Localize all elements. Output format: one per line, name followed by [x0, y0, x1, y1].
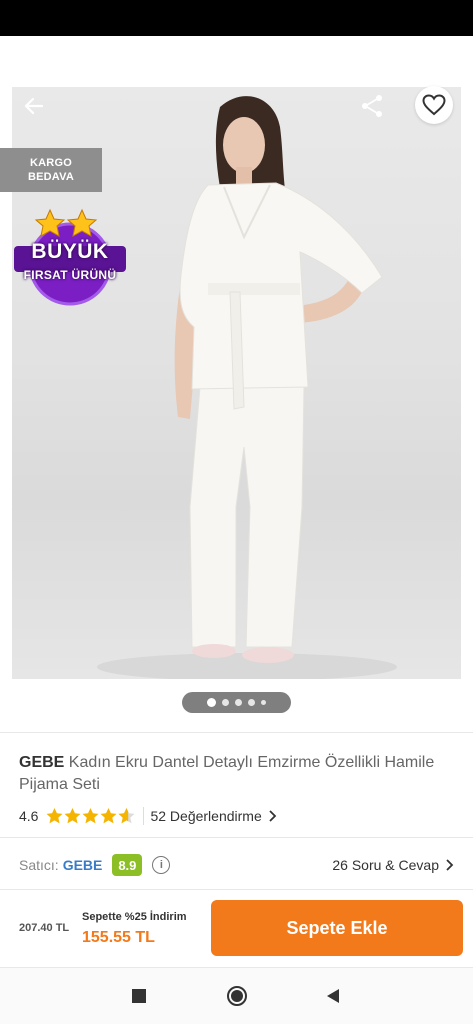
- carousel-dot[interactable]: [235, 699, 242, 706]
- square-icon: [132, 989, 146, 1003]
- seller-name-link[interactable]: GEBE: [63, 857, 103, 873]
- rating-score: 4.6: [19, 808, 39, 824]
- section-divider: [0, 732, 473, 733]
- star-full-icon: [64, 808, 81, 824]
- circle-icon: [227, 986, 247, 1006]
- qa-link[interactable]: 26 Soru & Cevap: [332, 857, 456, 873]
- back-button[interactable]: [12, 86, 56, 126]
- deal-badge-subtitle: FIRSAT ÜRÜNÜ: [23, 268, 117, 282]
- qa-label: 26 Soru & Cevap: [332, 857, 439, 873]
- image-carousel-indicator[interactable]: [182, 692, 291, 713]
- star-full-icon: [46, 808, 63, 824]
- seller-row: Satıcı: GEBE 8.9 i 26 Soru & Cevap: [19, 852, 456, 878]
- triangle-back-icon: [327, 989, 339, 1003]
- old-price: 207.40 TL: [19, 922, 70, 934]
- carousel-dot[interactable]: [248, 699, 255, 706]
- free-shipping-line1: KARGO: [30, 157, 72, 169]
- section-divider: [0, 837, 473, 838]
- status-bar: [0, 0, 473, 36]
- chevron-right-icon: [446, 859, 454, 871]
- free-shipping-badge: KARGO BEDAVA: [0, 148, 102, 192]
- deal-badge-title: BÜYÜK: [31, 240, 109, 263]
- star-full-icon: [100, 808, 117, 824]
- reviews-label: 52 Değerlendirme: [150, 808, 262, 824]
- carousel-dot-active[interactable]: [207, 698, 216, 707]
- home-button[interactable]: [222, 982, 252, 1010]
- system-navigation-bar: [0, 968, 473, 1024]
- star-full-icon: [82, 808, 99, 824]
- back-nav-button[interactable]: [318, 982, 348, 1010]
- favorite-button[interactable]: [415, 86, 453, 124]
- add-to-cart-button[interactable]: Sepete Ekle: [211, 900, 463, 956]
- promo-label: Sepette %25 İndirim: [82, 911, 187, 923]
- product-name: Kadın Ekru Dantel Detaylı Emzirme Özelli…: [19, 754, 435, 793]
- big-deal-badge: BÜYÜK FIRSAT ÜRÜNÜ: [12, 206, 128, 310]
- product-gallery: KARGO BEDAVA BÜYÜK FIRSAT ÜRÜNÜ: [0, 36, 473, 732]
- recent-apps-button[interactable]: [124, 982, 154, 1010]
- seller-label: Satıcı:: [19, 857, 59, 873]
- rating-separator: [143, 807, 145, 825]
- arrow-left-icon: [24, 97, 44, 115]
- product-brand[interactable]: GEBE: [19, 754, 64, 771]
- rating-row: 4.6 52 Değerlendirme: [19, 806, 279, 826]
- section-divider: [0, 889, 473, 890]
- heart-outline-icon: [422, 94, 446, 116]
- chevron-right-icon: [269, 810, 277, 822]
- product-title: GEBE Kadın Ekru Dantel Detaylı Emzirme Ö…: [19, 752, 459, 796]
- carousel-dot[interactable]: [261, 700, 266, 705]
- reviews-link[interactable]: 52 Değerlendirme: [150, 808, 278, 824]
- carousel-dot[interactable]: [222, 699, 229, 706]
- free-shipping-line2: BEDAVA: [27, 171, 75, 183]
- share-icon: [362, 95, 382, 117]
- share-button[interactable]: [352, 86, 392, 126]
- star-half-icon: [118, 808, 135, 824]
- discounted-price: 155.55 TL: [82, 929, 155, 946]
- info-icon[interactable]: i: [152, 856, 171, 874]
- seller-score-badge: 8.9: [112, 854, 143, 876]
- rating-stars: [46, 808, 135, 824]
